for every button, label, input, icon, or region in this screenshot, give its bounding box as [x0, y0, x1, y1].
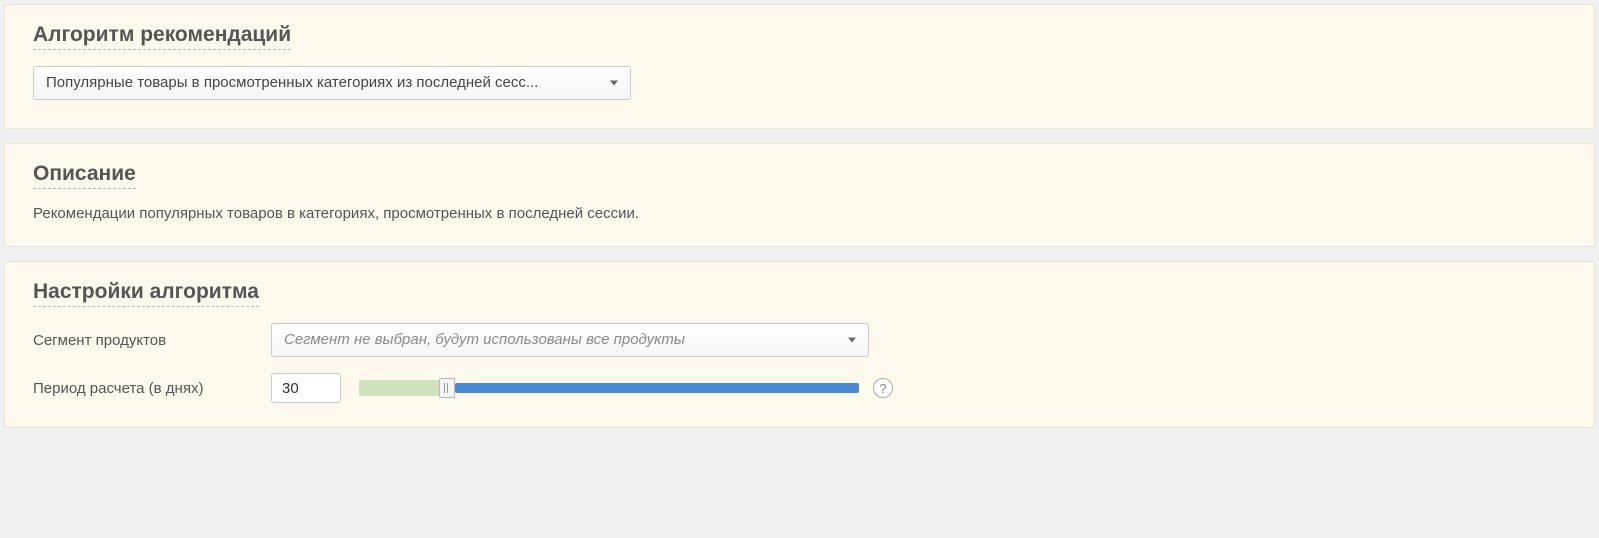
period-row: Период расчета (в днях) ?	[33, 373, 1566, 403]
segment-label: Сегмент продуктов	[33, 332, 271, 349]
algorithm-panel: Алгоритм рекомендаций Популярные товары …	[4, 4, 1595, 129]
description-title: Описание	[33, 162, 136, 189]
chevron-down-icon	[848, 338, 856, 343]
segment-select[interactable]: Сегмент не выбран, будут использованы вс…	[271, 323, 869, 357]
algorithm-title: Алгоритм рекомендаций	[33, 23, 291, 50]
slider-track-filled	[359, 380, 439, 396]
slider-handle[interactable]	[439, 378, 455, 398]
algorithm-select-value: Популярные товары в просмотренных катего…	[46, 74, 538, 91]
algorithm-select[interactable]: Популярные товары в просмотренных катего…	[33, 66, 631, 100]
help-icon[interactable]: ?	[873, 378, 893, 398]
description-panel: Описание Рекомендации популярных товаров…	[4, 143, 1595, 247]
chevron-down-icon	[610, 81, 618, 86]
period-input[interactable]	[271, 373, 341, 403]
description-text: Рекомендации популярных товаров в катего…	[33, 205, 1566, 222]
segment-select-placeholder: Сегмент не выбран, будут использованы вс…	[284, 331, 685, 348]
settings-panel: Настройки алгоритма Сегмент продуктов Се…	[4, 261, 1595, 428]
period-label: Период расчета (в днях)	[33, 380, 271, 397]
segment-row: Сегмент продуктов Сегмент не выбран, буд…	[33, 323, 1566, 357]
slider-track-remaining	[455, 383, 859, 393]
period-slider[interactable]	[359, 380, 859, 396]
settings-title: Настройки алгоритма	[33, 280, 259, 307]
